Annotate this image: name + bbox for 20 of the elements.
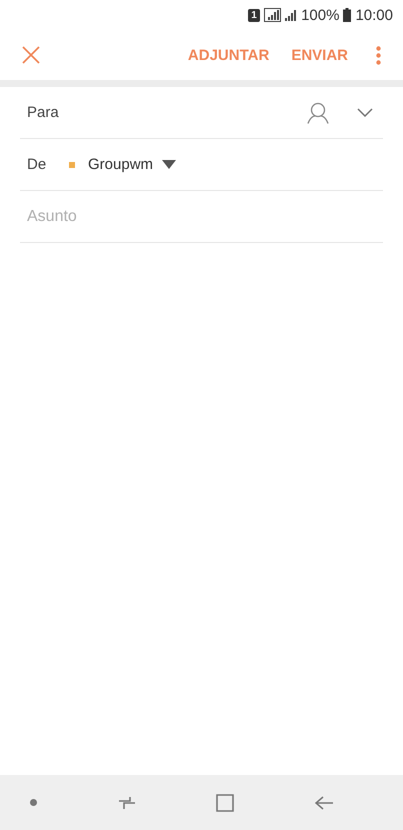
more-options-icon[interactable] (376, 46, 381, 64)
from-label: De (27, 156, 48, 173)
sim-icon: 1 (248, 8, 260, 22)
back-icon[interactable] (314, 796, 333, 810)
home-icon[interactable] (216, 794, 234, 812)
close-icon[interactable] (22, 46, 40, 64)
to-label: Para (27, 104, 60, 121)
battery-icon (343, 8, 352, 22)
account-selector[interactable]: Groupwm (88, 156, 154, 173)
battery-percentage: 100% (301, 6, 340, 24)
contact-icon[interactable] (307, 102, 329, 124)
dot-icon[interactable] (30, 799, 38, 806)
clock: 10:00 (355, 6, 393, 24)
toolbar-action-button[interactable]: ADJUNTAR (182, 42, 276, 68)
dropdown-icon[interactable] (162, 160, 176, 169)
expand-icon[interactable] (357, 108, 373, 117)
signal-icon (264, 8, 282, 22)
toolbar-action-button[interactable]: ENVIAR (285, 42, 354, 68)
signal-icon (285, 9, 298, 21)
recent-apps-icon[interactable] (118, 796, 136, 810)
